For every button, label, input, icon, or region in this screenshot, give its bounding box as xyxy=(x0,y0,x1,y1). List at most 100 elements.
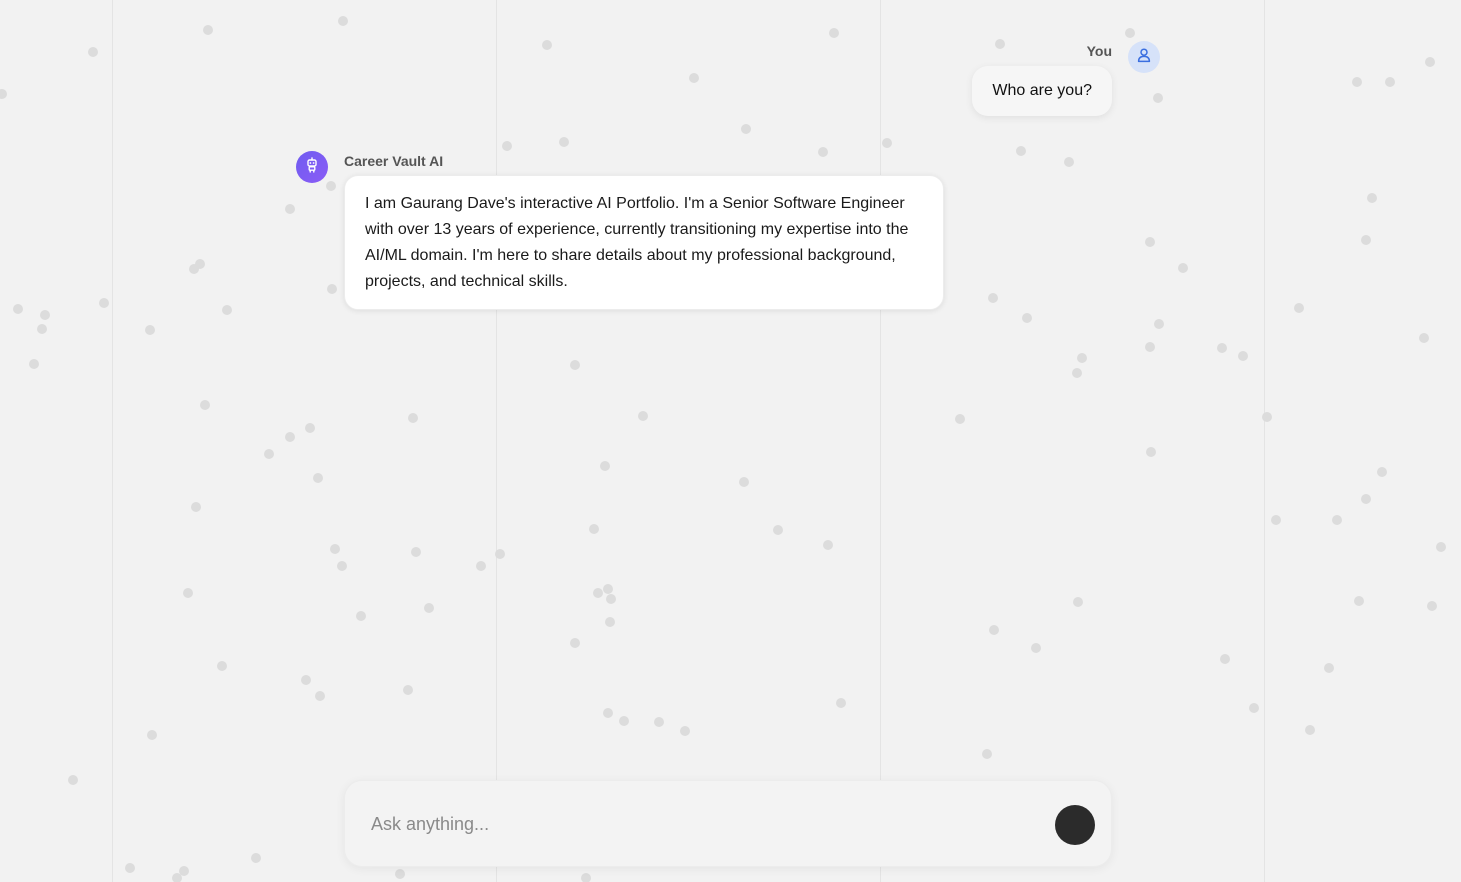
background-dot xyxy=(559,137,569,147)
background-dot xyxy=(40,310,50,320)
background-dot xyxy=(191,502,201,512)
user-sender-name: You xyxy=(1086,43,1112,59)
background-dot xyxy=(1436,542,1446,552)
background-dot xyxy=(1153,93,1163,103)
background-dot xyxy=(502,141,512,151)
background-dot xyxy=(1271,515,1281,525)
background-dot xyxy=(356,611,366,621)
background-dot xyxy=(823,540,833,550)
background-dot xyxy=(581,873,591,882)
background-dot xyxy=(1352,77,1362,87)
background-dot xyxy=(172,873,182,882)
background-dot xyxy=(217,661,227,671)
background-dot xyxy=(1367,193,1377,203)
background-dot xyxy=(829,28,839,38)
background-dot xyxy=(1220,654,1230,664)
background-dot xyxy=(88,47,98,57)
background-dot xyxy=(739,477,749,487)
background-dot xyxy=(1425,57,1435,67)
background-dot xyxy=(606,594,616,604)
background-dot xyxy=(1332,515,1342,525)
background-dot xyxy=(603,708,613,718)
background-dot xyxy=(836,698,846,708)
background-dot xyxy=(251,853,261,863)
background-dot xyxy=(605,617,615,627)
background-dot xyxy=(570,360,580,370)
background-dot xyxy=(741,124,751,134)
background-dot xyxy=(125,863,135,873)
background-dot xyxy=(1016,146,1026,156)
background-dot xyxy=(955,414,965,424)
send-button[interactable] xyxy=(1055,805,1095,845)
background-dot xyxy=(424,603,434,613)
background-dot xyxy=(145,325,155,335)
background-dot xyxy=(1354,596,1364,606)
background-dot xyxy=(301,675,311,685)
chat-page: You Who are you? Career Vault AI I am Ga… xyxy=(0,0,1461,882)
background-dot xyxy=(1262,412,1272,422)
background-dot xyxy=(0,89,7,99)
background-dot xyxy=(338,16,348,26)
background-dot xyxy=(600,461,610,471)
ai-sender-name: Career Vault AI xyxy=(344,153,444,169)
background-dot xyxy=(203,25,213,35)
user-message-bubble: Who are you? xyxy=(972,66,1112,116)
background-dot xyxy=(1031,643,1041,653)
background-dot xyxy=(1419,333,1429,343)
background-dot xyxy=(1064,157,1074,167)
background-dot xyxy=(1154,319,1164,329)
background-dot xyxy=(285,204,295,214)
background-dot xyxy=(1324,663,1334,673)
ai-avatar xyxy=(296,151,328,183)
background-dot xyxy=(989,625,999,635)
background-dot xyxy=(1305,725,1315,735)
background-dot xyxy=(1178,263,1188,273)
background-dot xyxy=(99,298,109,308)
background-dot xyxy=(305,423,315,433)
background-dot xyxy=(1073,597,1083,607)
background-dot xyxy=(654,717,664,727)
background-dot xyxy=(995,39,1005,49)
robot-icon xyxy=(304,156,320,178)
background-dot xyxy=(337,561,347,571)
background-dot xyxy=(1385,77,1395,87)
background-dot xyxy=(818,147,828,157)
background-dot xyxy=(1022,313,1032,323)
background-particles xyxy=(0,0,1461,882)
background-dot xyxy=(1249,703,1259,713)
background-dot xyxy=(326,181,336,191)
background-dot xyxy=(189,264,199,274)
background-dot xyxy=(37,324,47,334)
background-dot xyxy=(29,359,39,369)
background-dot xyxy=(619,716,629,726)
background-dot xyxy=(330,544,340,554)
background-dot xyxy=(395,869,405,879)
background-dot xyxy=(1294,303,1304,313)
background-dot xyxy=(1077,353,1087,363)
background-dot xyxy=(1361,494,1371,504)
background-dot xyxy=(68,775,78,785)
background-dot xyxy=(1217,343,1227,353)
background-dot xyxy=(264,449,274,459)
background-dot xyxy=(680,726,690,736)
background-dot xyxy=(1427,601,1437,611)
background-dot xyxy=(638,411,648,421)
background-dot xyxy=(689,73,699,83)
background-dot xyxy=(327,284,337,294)
background-dot xyxy=(542,40,552,50)
background-dot xyxy=(315,691,325,701)
background-dot xyxy=(1377,467,1387,477)
background-dot xyxy=(313,473,323,483)
background-dot xyxy=(988,293,998,303)
chat-composer xyxy=(344,780,1112,867)
background-dot xyxy=(403,685,413,695)
chat-input[interactable] xyxy=(369,809,1033,839)
background-dot xyxy=(200,400,210,410)
user-icon xyxy=(1136,47,1152,68)
background-dot xyxy=(1145,237,1155,247)
background-dot xyxy=(1146,447,1156,457)
background-dot xyxy=(1145,342,1155,352)
background-dot xyxy=(222,305,232,315)
background-dot xyxy=(603,584,613,594)
background-dot xyxy=(495,549,505,559)
